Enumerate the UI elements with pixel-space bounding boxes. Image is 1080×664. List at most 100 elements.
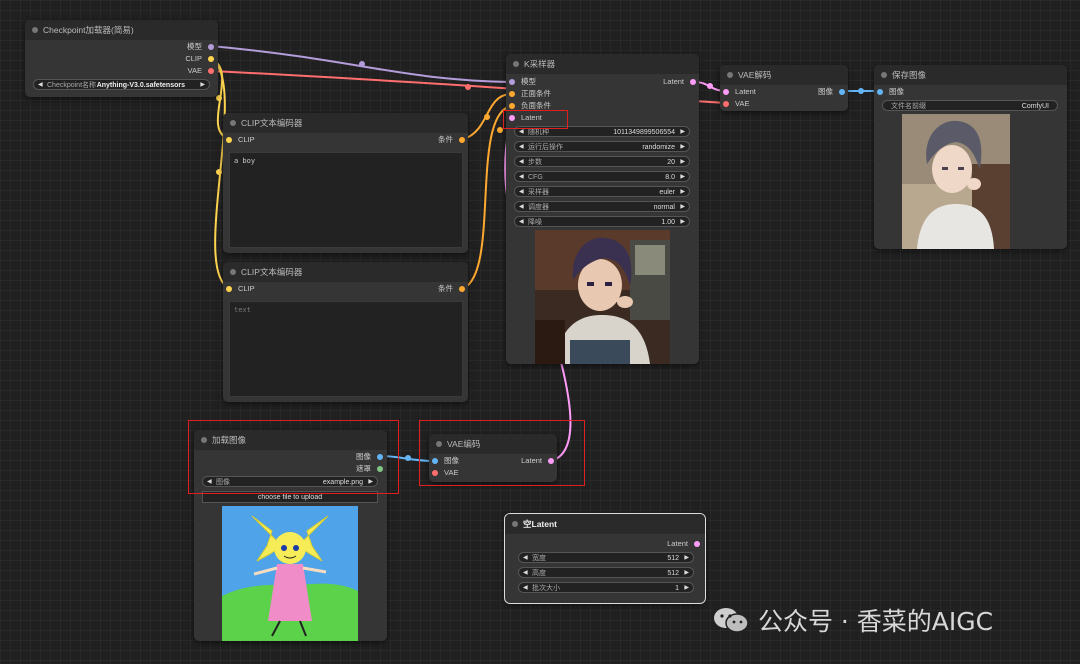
denoise-widget[interactable]: ◀ 降噪 1.00 ▶ — [514, 216, 690, 227]
output-model[interactable]: 模型 — [187, 41, 214, 53]
port-dot[interactable] — [459, 137, 465, 143]
steps-widget[interactable]: ◀ 步数 20 ▶ — [514, 156, 690, 167]
increment-arrow-icon[interactable]: ▶ — [680, 217, 685, 228]
widget-value: 8.0 — [665, 174, 675, 181]
upload-label: choose file to upload — [257, 494, 323, 501]
input-label: 图像 — [889, 87, 904, 96]
output-label: Latent — [667, 539, 688, 548]
prompt-text: a boy — [234, 157, 256, 165]
decrement-arrow-icon[interactable]: ◀ — [519, 172, 524, 183]
sampler-widget[interactable]: ◀ 采样器 euler ▶ — [514, 186, 690, 197]
widget-value: randomize — [642, 144, 675, 151]
decrement-arrow-icon[interactable]: ◀ — [519, 142, 524, 153]
output-latent[interactable]: Latent — [663, 76, 696, 88]
node-collapse-dot[interactable] — [727, 72, 733, 78]
wire-negative — [463, 105, 512, 289]
vae-decode-node[interactable]: VAE解码 Latent VAE 图像 — [720, 65, 848, 111]
node-title[interactable]: 空Latent — [505, 514, 705, 534]
node-collapse-dot[interactable] — [512, 521, 518, 527]
increment-arrow-icon[interactable]: ▶ — [680, 142, 685, 153]
input-positive[interactable]: 正面条件 — [509, 88, 551, 100]
node-title[interactable]: K采样器 — [506, 54, 699, 74]
increment-arrow-icon[interactable]: ▶ — [680, 157, 685, 168]
port-dot[interactable] — [226, 137, 232, 143]
checkpoint-loader-node[interactable]: Checkpoint加载器(简易) 模型 CLIP VAE ◀ Checkpoi… — [25, 20, 218, 97]
cfg-widget[interactable]: ◀ CFG 8.0 ▶ — [514, 171, 690, 182]
output-image[interactable]: 图像 — [818, 86, 845, 98]
widget-value: 1.00 — [661, 219, 675, 226]
port-dot[interactable] — [208, 68, 214, 74]
clip-text-encoder-node-2[interactable]: CLIP文本编码器 CLIP 条件 text — [223, 262, 468, 402]
port-dot[interactable] — [694, 541, 700, 547]
port-dot[interactable] — [877, 89, 883, 95]
prompt-text: text — [234, 306, 251, 314]
input-vae[interactable]: VAE — [723, 98, 749, 110]
checkpoint-name-widget[interactable]: ◀ Checkpoint名称 Anything-V3.0.safetensors… — [33, 79, 210, 90]
node-title[interactable]: CLIP文本编码器 — [223, 262, 468, 282]
control-after-generate-widget[interactable]: ◀ 运行后操作 randomize ▶ — [514, 141, 690, 152]
node-collapse-dot[interactable] — [513, 61, 519, 67]
input-latent[interactable]: Latent — [723, 86, 756, 98]
input-clip[interactable]: CLIP — [226, 283, 255, 295]
wire-clip-midpoint-2 — [216, 169, 222, 175]
node-title[interactable]: 保存图像 — [874, 65, 1067, 85]
checkpoint-loader-title: Checkpoint加载器(简易) — [43, 25, 134, 35]
node-title[interactable]: CLIP文本编码器 — [223, 113, 468, 133]
decrement-arrow-icon[interactable]: ◀ — [519, 157, 524, 168]
prompt-textarea[interactable]: a boy — [229, 152, 463, 248]
port-dot[interactable] — [723, 89, 729, 95]
decrement-arrow-icon[interactable]: ◀ — [519, 202, 524, 213]
port-dot[interactable] — [509, 79, 515, 85]
output-clip[interactable]: CLIP — [185, 53, 214, 65]
port-dot[interactable] — [509, 91, 515, 97]
width-widget[interactable]: ◀ 宽度 512 ▶ — [518, 552, 694, 563]
wire-vae-midpoint — [465, 84, 471, 90]
increment-arrow-icon[interactable]: ▶ — [680, 202, 685, 213]
input-model[interactable]: 模型 — [509, 76, 536, 88]
increment-arrow-icon[interactable]: ▶ — [680, 172, 685, 183]
port-dot[interactable] — [226, 286, 232, 292]
node-collapse-dot[interactable] — [230, 269, 236, 275]
increment-arrow-icon[interactable]: ▶ — [680, 187, 685, 198]
decrement-arrow-icon[interactable]: ◀ — [38, 80, 43, 91]
decrement-arrow-icon[interactable]: ◀ — [519, 187, 524, 198]
output-latent[interactable]: Latent — [667, 538, 700, 550]
scheduler-widget[interactable]: ◀ 调度器 normal ▶ — [514, 201, 690, 212]
node-title[interactable]: Checkpoint加载器(简易) — [25, 20, 218, 40]
increment-arrow-icon[interactable]: ▶ — [200, 80, 205, 91]
decrement-arrow-icon[interactable]: ◀ — [523, 583, 528, 594]
port-dot[interactable] — [509, 103, 515, 109]
increment-arrow-icon[interactable]: ▶ — [680, 127, 685, 138]
output-conditioning[interactable]: 条件 — [438, 134, 465, 146]
height-widget[interactable]: ◀ 高度 512 ▶ — [518, 567, 694, 578]
filename-prefix-widget[interactable]: 文件名前缀 ComfyUI — [882, 100, 1058, 111]
ksampler-node[interactable]: K采样器 模型 正面条件 负面条件 Latent Latent ◀ 随机种 1011… — [506, 54, 699, 364]
prompt-textarea[interactable]: text — [229, 301, 463, 397]
port-dot[interactable] — [723, 101, 729, 107]
clip-text-encoder-node-1[interactable]: CLIP文本编码器 CLIP 条件 a boy — [223, 113, 468, 253]
loaded-image-preview — [222, 506, 358, 641]
port-dot[interactable] — [208, 56, 214, 62]
increment-arrow-icon[interactable]: ▶ — [684, 583, 689, 594]
input-clip[interactable]: CLIP — [226, 134, 255, 146]
batch-size-widget[interactable]: ◀ 批次大小 1 ▶ — [518, 582, 694, 593]
node-title[interactable]: VAE解码 — [720, 65, 848, 85]
output-conditioning[interactable]: 条件 — [438, 283, 465, 295]
empty-latent-node[interactable]: 空Latent Latent ◀ 宽度 512 ▶ ◀ 高度 512 ▶ ◀ 批次大小 1 ▶ — [504, 513, 706, 604]
wire-positive-midpoint — [484, 114, 490, 120]
output-vae[interactable]: VAE — [188, 65, 214, 77]
node-collapse-dot[interactable] — [230, 120, 236, 126]
port-dot[interactable] — [839, 89, 845, 95]
input-image[interactable]: 图像 — [877, 86, 904, 98]
port-dot[interactable] — [690, 79, 696, 85]
decrement-arrow-icon[interactable]: ◀ — [523, 568, 528, 579]
port-dot[interactable] — [459, 286, 465, 292]
node-collapse-dot[interactable] — [32, 27, 38, 33]
port-dot[interactable] — [208, 44, 214, 50]
decrement-arrow-icon[interactable]: ◀ — [519, 217, 524, 228]
save-image-node[interactable]: 保存图像 图像 文件名前缀 ComfyUI — [874, 65, 1067, 249]
increment-arrow-icon[interactable]: ▶ — [684, 568, 689, 579]
decrement-arrow-icon[interactable]: ◀ — [523, 553, 528, 564]
node-collapse-dot[interactable] — [881, 72, 887, 78]
increment-arrow-icon[interactable]: ▶ — [684, 553, 689, 564]
